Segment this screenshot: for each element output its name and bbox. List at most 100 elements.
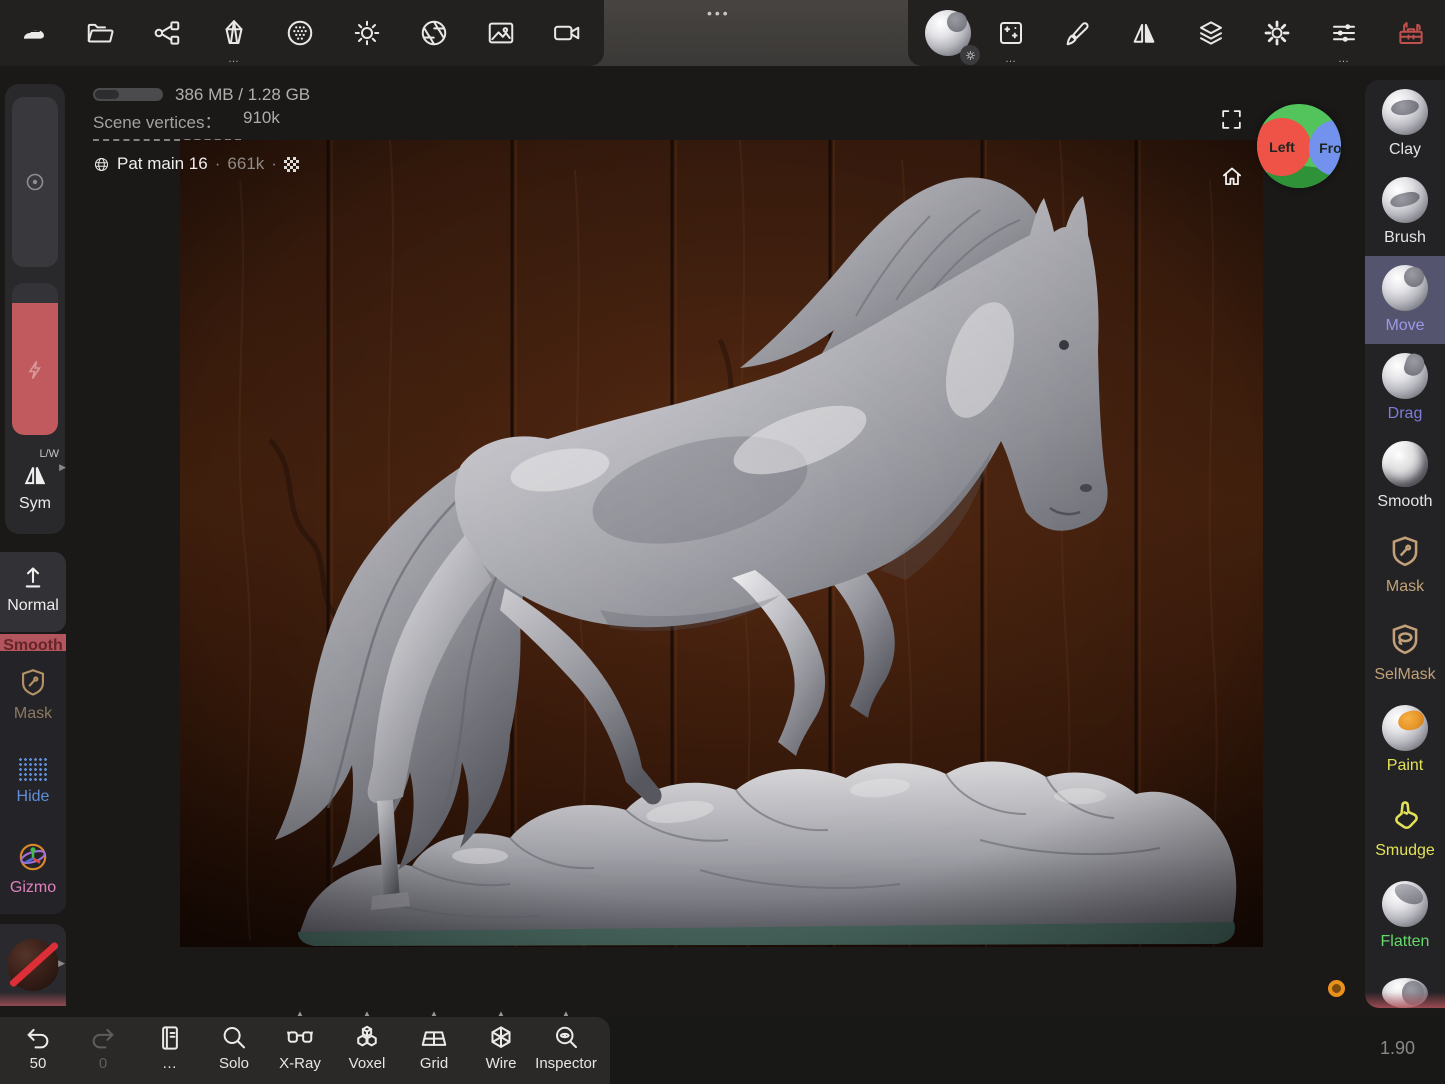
top-toolbar-left-group: … — [0, 0, 604, 66]
grid-button[interactable]: ▲ Grid — [404, 1023, 464, 1081]
intensity-lightning-icon — [23, 358, 47, 382]
grid-icon — [419, 1023, 449, 1053]
wire-caret-icon: ▲ — [497, 1009, 505, 1018]
left-tool-panel: Mask Hide Gizmo — [0, 651, 66, 914]
stamp-more-dots: … — [1005, 53, 1017, 65]
active-layer-row[interactable]: Pat main 16 · 661k · — [93, 152, 299, 176]
selmask-shield-lasso-icon — [1386, 620, 1424, 660]
undo-button[interactable]: 50 — [8, 1023, 68, 1081]
tool-move[interactable]: Move — [1365, 256, 1445, 344]
voxel-label: Voxel — [349, 1055, 386, 1072]
layers-icon[interactable] — [1189, 7, 1233, 59]
drag-sphere-icon — [1382, 353, 1428, 399]
left-tool-hide[interactable]: Hide — [0, 738, 66, 825]
solo-magnifier-icon — [219, 1023, 249, 1053]
nomad-sculpt-app: ••• … — [0, 0, 1445, 1084]
paint-label: Paint — [1387, 757, 1423, 775]
clay-label: Clay — [1389, 141, 1421, 159]
right-tool-panel: Clay Brush Move Drag Smooth Mask SelMask — [1365, 80, 1445, 1008]
voxel-cubes-icon — [352, 1023, 382, 1053]
smudge-finger-icon — [1386, 796, 1424, 836]
xray-label: X-Ray — [279, 1055, 321, 1072]
tool-drag[interactable]: Drag — [1365, 344, 1445, 432]
settings-gear-icon[interactable] — [1255, 7, 1299, 59]
selmask-label: SelMask — [1374, 666, 1435, 684]
gizmo-icon — [16, 840, 50, 874]
wire-label: Wire — [486, 1055, 517, 1072]
memory-usage-text: 386 MB / 1.28 GB — [175, 85, 310, 105]
inspector-button[interactable]: ▲ Inspector — [536, 1023, 596, 1081]
tool-clay[interactable]: Clay — [1365, 80, 1445, 168]
stamp-stencil-icon[interactable]: … — [989, 7, 1033, 59]
brush-sphere-icon — [1382, 177, 1428, 223]
symmetry-toggle[interactable]: L/W ▶ Sym — [5, 448, 65, 524]
primitives-icon[interactable]: … — [212, 7, 256, 59]
interface-sliders-icon[interactable]: … — [1322, 7, 1366, 59]
xray-button[interactable]: ▲ X-Ray — [270, 1023, 330, 1081]
memory-usage-bar — [93, 88, 163, 101]
postprocess-aperture-icon[interactable] — [412, 7, 456, 59]
brush-radius-slider[interactable] — [12, 97, 58, 267]
camera-video-icon[interactable] — [545, 7, 589, 59]
gizmo-label: Gizmo — [10, 879, 56, 897]
tool-mask[interactable]: Mask — [1365, 520, 1445, 608]
fullscreen-icon — [1219, 107, 1244, 132]
solo-label: Solo — [219, 1055, 249, 1072]
redo-button[interactable]: 0 — [73, 1023, 133, 1081]
multitask-handle-icon[interactable]: ••• — [707, 5, 731, 21]
orange-status-indicator[interactable] — [1328, 980, 1345, 997]
tool-smooth[interactable]: Smooth — [1365, 432, 1445, 520]
paint-settings-brush-icon[interactable] — [1055, 7, 1099, 59]
active-material-slot[interactable]: ▶ — [0, 924, 66, 1006]
brush-intensity-slider[interactable] — [12, 283, 58, 435]
lighting-sun-icon[interactable] — [345, 7, 389, 59]
memory-usage-knob — [95, 90, 119, 99]
top-toolbar: ••• … — [0, 0, 1445, 66]
flatten-label: Flatten — [1381, 933, 1430, 951]
open-file-folder-icon[interactable] — [78, 7, 122, 59]
primitives-more-dots: … — [228, 53, 240, 65]
app-logo-icon[interactable] — [12, 7, 56, 59]
tool-paint[interactable]: Paint — [1365, 696, 1445, 784]
tool-brush[interactable]: Brush — [1365, 168, 1445, 256]
wireframe-icon — [486, 1023, 516, 1053]
left-tool-gizmo[interactable]: Gizmo — [0, 825, 66, 912]
voxel-button[interactable]: ▲ Voxel — [337, 1023, 397, 1081]
symmetry-mode-label: L/W — [39, 448, 59, 460]
left-tool-mask[interactable]: Mask — [0, 651, 66, 738]
view-cube-front-label: Front — [1319, 140, 1341, 156]
matcap-library-icon[interactable] — [278, 7, 322, 59]
falloff-normal-button[interactable]: Normal — [0, 552, 66, 632]
mask-tool-label: Mask — [1386, 578, 1424, 596]
inspector-eye-icon — [551, 1023, 581, 1053]
solo-button[interactable]: Solo — [204, 1023, 264, 1081]
tool-partial-next[interactable] — [1365, 960, 1445, 1008]
horse-sculpture-render — [180, 140, 1263, 947]
symmetry-label: Sym — [5, 495, 65, 513]
scrolled-smooth-tool-peek[interactable]: Smooth — [0, 634, 66, 651]
smudge-label: Smudge — [1375, 842, 1435, 860]
debug-toolbox-icon[interactable] — [1389, 7, 1433, 59]
tool-smudge[interactable]: Smudge — [1365, 784, 1445, 872]
reset-camera-home-button[interactable] — [1219, 163, 1245, 189]
history-button[interactable]: … — [140, 1023, 200, 1081]
clay-sphere-icon — [1382, 89, 1428, 135]
background-image-icon[interactable] — [479, 7, 523, 59]
scene-graph-icon[interactable] — [145, 7, 189, 59]
voxel-caret-icon: ▲ — [363, 1009, 371, 1018]
smooth-peek-label: Smooth — [3, 637, 63, 651]
xray-glasses-icon — [285, 1023, 315, 1053]
tool-flatten[interactable]: Flatten — [1365, 872, 1445, 960]
symmetry-triangles-icon — [5, 460, 65, 495]
view-orientation-cube[interactable]: Left Front — [1257, 104, 1341, 188]
mask-shield-icon — [16, 666, 50, 700]
tool-selmask[interactable]: SelMask — [1365, 608, 1445, 696]
partial-sphere-icon — [1382, 978, 1428, 1008]
active-matcap-material-button[interactable] — [922, 5, 974, 61]
fullscreen-button[interactable] — [1219, 107, 1244, 132]
hide-dotted-icon — [18, 757, 48, 783]
wire-button[interactable]: ▲ Wire — [471, 1023, 531, 1081]
symmetry-icon[interactable] — [1122, 7, 1166, 59]
hide-label: Hide — [17, 788, 50, 806]
sculpt-viewport-canvas[interactable] — [180, 140, 1263, 947]
